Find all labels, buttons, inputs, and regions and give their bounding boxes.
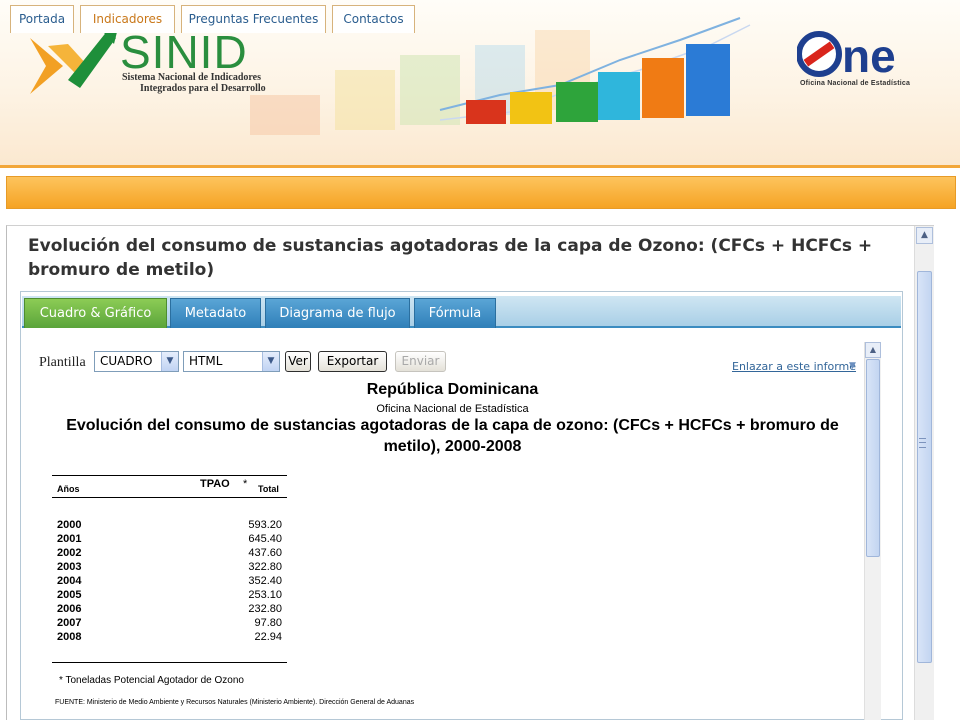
tab-diagrama-de-flujo[interactable]: Diagrama de flujo bbox=[265, 298, 410, 328]
row-year: 2001 bbox=[57, 533, 82, 545]
table-row: 2007 97.80 bbox=[52, 616, 287, 630]
table-row: 2000 593.20 bbox=[52, 518, 287, 532]
table-source: FUENTE: Ministerio de Medio Ambiente y R… bbox=[55, 699, 415, 706]
template-label: Plantilla bbox=[39, 355, 86, 370]
table-row: 2008 22.94 bbox=[52, 630, 287, 644]
row-value: 593.20 bbox=[248, 519, 282, 531]
scroll-up-arrow-icon[interactable]: ▲ bbox=[916, 227, 933, 244]
row-value: 437.60 bbox=[248, 547, 282, 559]
report-country: República Dominicana bbox=[366, 381, 539, 398]
row-value: 352.40 bbox=[248, 575, 282, 587]
one-wordmark: ne bbox=[842, 30, 896, 82]
view-button[interactable]: Ver bbox=[285, 351, 311, 372]
table-rule-bottom bbox=[52, 662, 287, 663]
table-rule-top bbox=[52, 475, 287, 476]
table-body: 2000 593.20 2001 645.40 2002 437.60 2003 322… bbox=[52, 518, 287, 644]
table-row: 2003 322.80 bbox=[52, 560, 287, 574]
link-to-report[interactable]: Enlazar a este informe bbox=[732, 360, 856, 373]
table-group-header: TPAO bbox=[200, 478, 230, 490]
row-value: 645.40 bbox=[248, 533, 282, 545]
tab-cuadro-grafico[interactable]: Cuadro & Gráfico bbox=[24, 298, 167, 328]
tab-formula[interactable]: Fórmula bbox=[414, 298, 496, 328]
grip-icon bbox=[919, 438, 926, 448]
row-value: 22.94 bbox=[254, 631, 282, 643]
chevron-down-icon[interactable]: ▼ bbox=[262, 352, 279, 371]
table-row: 2002 437.60 bbox=[52, 546, 287, 560]
tagline-line-1: Sistema Nacional de Indicadores bbox=[122, 72, 261, 83]
page-scrollbar[interactable]: ▲ bbox=[914, 226, 934, 720]
row-year: 2007 bbox=[57, 617, 82, 629]
scrollbar-thumb[interactable] bbox=[917, 271, 932, 663]
nav-tab-preguntas-frecuentes[interactable]: Preguntas Frecuentes bbox=[181, 5, 326, 33]
report-office: Oficina Nacional de Estadística bbox=[376, 403, 529, 415]
dropdown-arrow-icon[interactable]: ▼ bbox=[849, 361, 856, 371]
nav-tab-indicadores[interactable]: Indicadores bbox=[80, 5, 175, 33]
template-select[interactable]: CUADRO ▼ bbox=[94, 351, 179, 372]
export-button[interactable]: Exportar bbox=[318, 351, 387, 372]
nav-tab-contactos[interactable]: Contactos bbox=[332, 5, 415, 33]
chevron-down-icon[interactable]: ▼ bbox=[161, 352, 178, 371]
report-scrollbar[interactable]: ▲ bbox=[864, 342, 881, 720]
row-value: 97.80 bbox=[254, 617, 282, 629]
send-button[interactable]: Enviar bbox=[395, 351, 446, 372]
table-row: 2006 232.80 bbox=[52, 602, 287, 616]
row-year: 2002 bbox=[57, 547, 82, 559]
table-rule-header bbox=[52, 497, 287, 498]
one-subtitle: Oficina Nacional de Estadística bbox=[800, 80, 911, 87]
table-group-header-mark: * bbox=[243, 478, 248, 490]
sinid-tagline: Sistema Nacional de Indicadores Integrad… bbox=[122, 72, 266, 94]
row-value: 322.80 bbox=[248, 561, 282, 573]
table-row: 2005 253.10 bbox=[52, 588, 287, 602]
main-nav bbox=[6, 176, 956, 209]
template-select-value: CUADRO bbox=[100, 354, 153, 368]
table-row: 2004 352.40 bbox=[52, 574, 287, 588]
row-year: 2000 bbox=[57, 519, 82, 531]
nav-tab-portada[interactable]: Portada bbox=[10, 5, 74, 33]
row-year: 2008 bbox=[57, 631, 82, 643]
row-year: 2006 bbox=[57, 603, 82, 615]
report-title: Evolución del consumo de sustancias agot… bbox=[66, 417, 839, 455]
row-value: 253.10 bbox=[248, 589, 282, 601]
row-value: 232.80 bbox=[248, 603, 282, 615]
svg-text:SINID: SINID bbox=[120, 26, 248, 78]
format-select[interactable]: HTML ▼ bbox=[183, 351, 280, 372]
row-year: 2003 bbox=[57, 561, 82, 573]
report-scrollbar-thumb[interactable] bbox=[866, 359, 880, 557]
tagline-line-2: Integrados para el Desarrollo bbox=[140, 83, 266, 94]
format-select-value: HTML bbox=[189, 354, 223, 368]
table-header-total: Total bbox=[258, 484, 279, 494]
tab-metadato[interactable]: Metadato bbox=[170, 298, 261, 328]
row-year: 2004 bbox=[57, 575, 82, 587]
table-row: 2001 645.40 bbox=[52, 532, 287, 546]
scroll-up-arrow-icon[interactable]: ▲ bbox=[865, 342, 881, 358]
page-root: { "header": { "sinid_wordmark": "SINID",… bbox=[0, 0, 960, 720]
table-footnote: * Toneladas Potencial Agotador de Ozono bbox=[59, 675, 244, 686]
row-year: 2005 bbox=[57, 589, 82, 601]
page-title: Evolución del consumo de sustancias agot… bbox=[28, 236, 873, 280]
table-header-year: Años bbox=[57, 484, 80, 494]
